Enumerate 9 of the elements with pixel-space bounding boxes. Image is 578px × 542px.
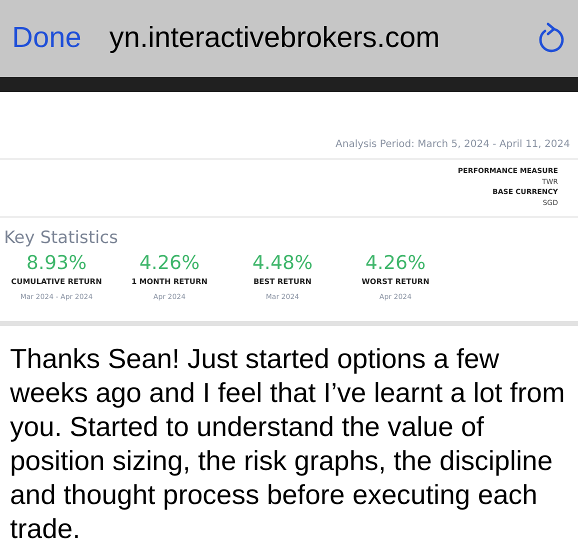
url-text: yn.interactivebrokers.com <box>109 20 440 56</box>
message-text: Thanks Sean! Just started options a few weeks ago and I feel that I’ve learnt a lot from you. Started to understand the value of position sizing, the risk graphs, the discipline and thought process before executing each trade. <box>9 342 566 542</box>
stat-value: 8.93% <box>25 252 88 274</box>
stat-value: 4.26% <box>138 252 201 274</box>
stat-value: 4.26% <box>364 252 427 274</box>
done-button[interactable]: Done <box>12 16 82 60</box>
analysis-period: Analysis Period: March 5, 2024 - April 11, 2024 <box>0 92 578 160</box>
section-title: Key Statistics <box>3 227 119 250</box>
stat-value: 4.48% <box>251 252 314 274</box>
